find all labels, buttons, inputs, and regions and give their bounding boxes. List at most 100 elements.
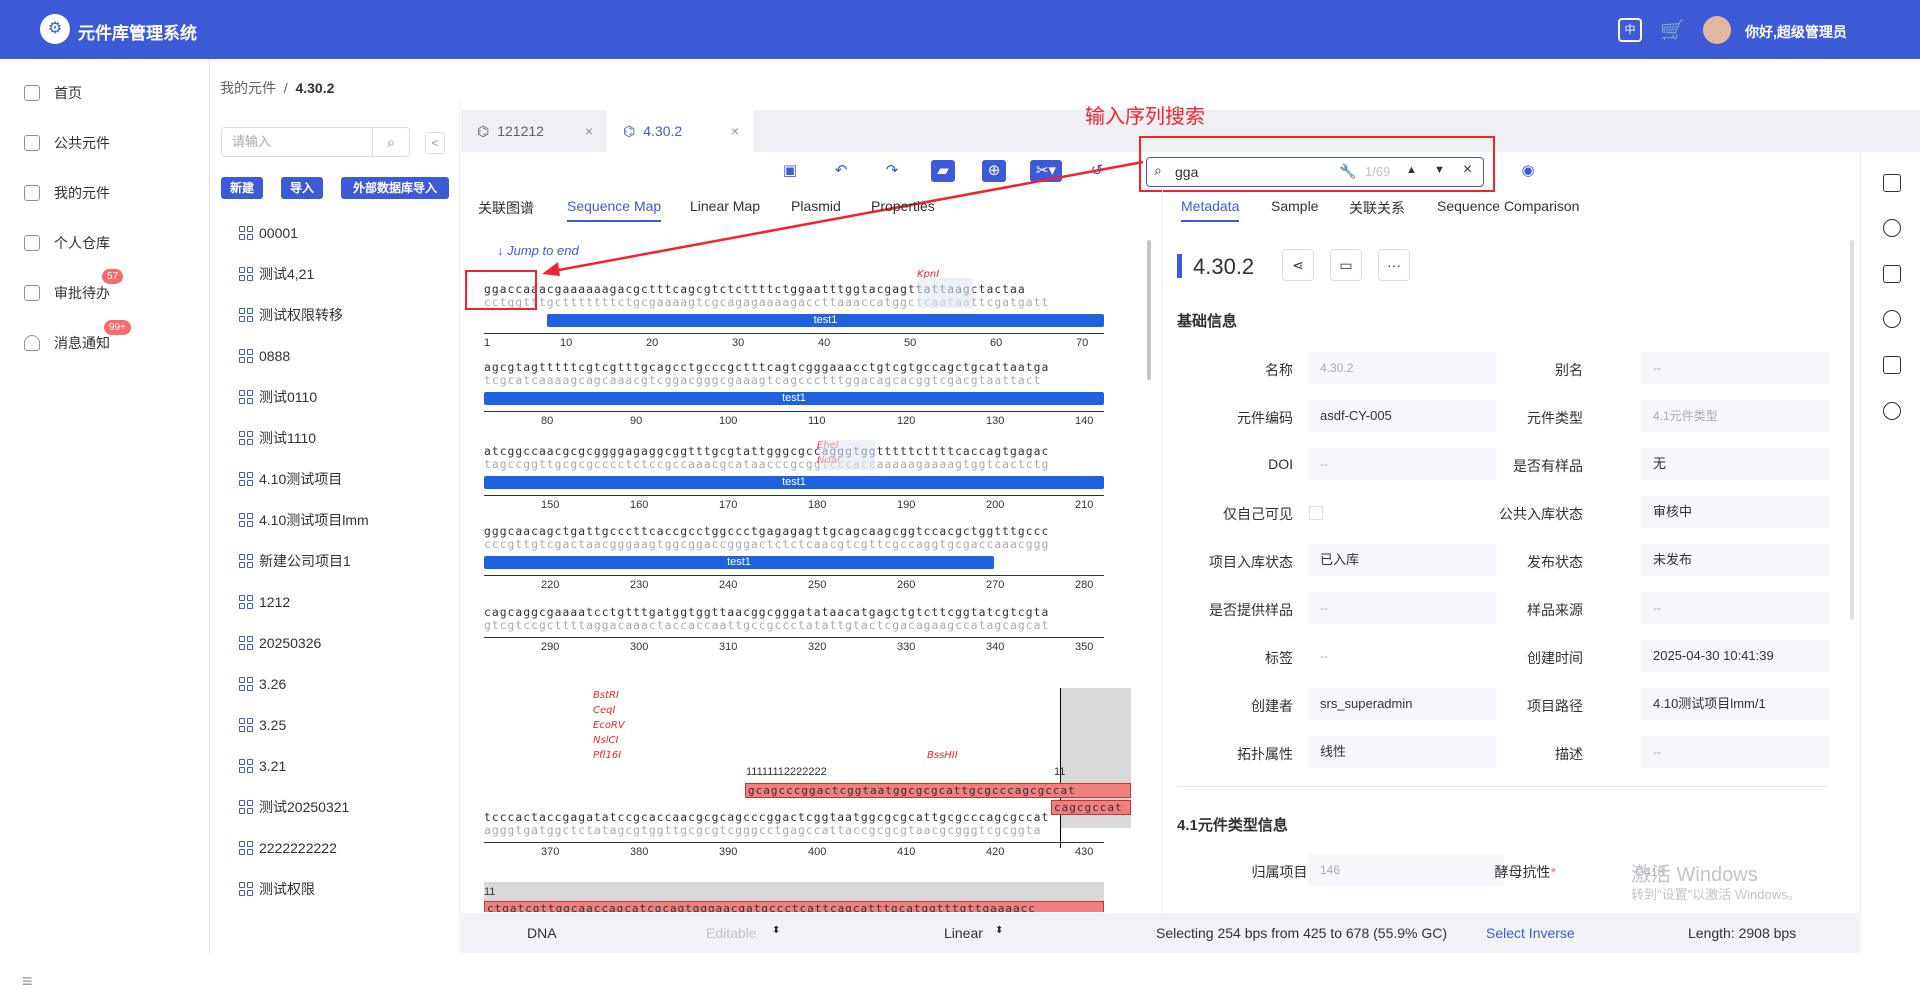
external-import-button[interactable]: 外部数据库导入 (341, 177, 449, 199)
field-value[interactable]: 未发布 (1641, 544, 1829, 576)
field-value[interactable]: 审核中 (1641, 496, 1829, 528)
tree-item[interactable]: 3.21 (239, 756, 286, 776)
metadata-scrollbar[interactable] (1850, 240, 1854, 620)
layers-icon[interactable] (1883, 174, 1901, 192)
tree-search-input[interactable]: 请输入 (221, 127, 373, 157)
sequence-top-strand[interactable]: ggaccaaacgaaaaaagacgctttcagcgtctcttttctg… (484, 283, 1104, 296)
field-value[interactable]: 2025-04-30 10:41:39 (1641, 640, 1829, 672)
nav-item-repo[interactable]: 个人仓库 (24, 231, 110, 255)
topology-select[interactable]: Linear (944, 925, 983, 941)
tree-item[interactable]: 测试权限转移 (239, 305, 343, 325)
select-inverse-link[interactable]: Select Inverse (1486, 925, 1575, 941)
chevron-left-icon[interactable]: < (425, 132, 445, 154)
tree-item[interactable]: 4.10测试项目 (239, 469, 342, 489)
primer-annotation[interactable]: ctgatcgttggcaaccagcatcgcagtgggaacgatgccc… (484, 901, 1104, 912)
tree-item[interactable]: 0888 (239, 346, 290, 366)
tab-linear-map[interactable]: Linear Map (690, 198, 760, 214)
gear-icon[interactable] (1883, 402, 1901, 420)
field-value[interactable]: 4.10测试项目lmm/1 (1641, 688, 1829, 720)
editable-toggle[interactable]: Editable (706, 925, 757, 941)
breadcrumb-root[interactable]: 我的元件 (220, 80, 276, 96)
nav-item-public[interactable]: 公共元件 (24, 131, 110, 155)
enzyme-label[interactable]: BstRI (593, 690, 619, 701)
feature-annotation[interactable]: test1 (484, 392, 1104, 405)
tree-item[interactable]: 2222222222 (239, 838, 337, 858)
nav-item-approval[interactable]: 审批待办 (24, 281, 110, 305)
sequence-bottom-strand[interactable]: cctggtttgctttttttctgcgaaaagtcgcagagaaaag… (484, 296, 1104, 309)
enzyme-label[interactable]: CeqI (593, 705, 615, 716)
tree-item[interactable]: 测试4,21 (239, 264, 314, 284)
eye-icon[interactable]: ◉ (1516, 160, 1540, 182)
field-value[interactable]: -- (1641, 352, 1829, 384)
tree-item[interactable]: 1212 (239, 592, 290, 612)
folder-icon[interactable]: ▭ (1330, 249, 1362, 281)
sequence-bottom-strand[interactable]: agggtgatggctctatagcgtggttgcgcgtcgggcctga… (484, 824, 1104, 837)
tree-item[interactable]: 测试20250321 (239, 797, 349, 817)
field-value[interactable]: -- (1641, 592, 1829, 624)
field-value[interactable]: -- (1641, 736, 1829, 768)
tab-properties[interactable]: Properties (871, 198, 935, 214)
user-greeting[interactable]: 你好,超级管理员 (1745, 22, 1847, 42)
tree-item[interactable]: 测试1110 (239, 428, 316, 448)
cart-icon[interactable]: 🛒 (1660, 18, 1685, 43)
sequence-top-strand[interactable]: cagcaggcgaaaatcctgtttgatggtggttaacggcggg… (484, 606, 1104, 619)
tree-item[interactable]: 4.10测试项目lmm (239, 510, 369, 530)
field-value[interactable]: 4.1元件类型 (1641, 400, 1829, 432)
jump-to-end-link[interactable]: ↓ Jump to end (497, 243, 579, 258)
primer-name[interactable]: 11111112222222 (746, 766, 827, 778)
feature-annotation[interactable]: test1 (484, 556, 994, 569)
menu-collapse-icon[interactable]: ≡ (22, 971, 33, 992)
language-icon[interactable]: 中 (1618, 18, 1642, 42)
sequence-type[interactable]: DNA (527, 925, 557, 941)
enzyme-label[interactable]: BssHII (927, 750, 958, 761)
field-value[interactable]: 无 (1641, 448, 1829, 480)
tree-item[interactable]: 测试0110 (239, 387, 317, 407)
close-icon[interactable]: × (585, 123, 593, 139)
more-icon[interactable]: ··· (1378, 249, 1410, 281)
copy-icon[interactable] (1883, 265, 1901, 283)
sequence-bottom-strand[interactable]: cccgttgtcgactaacgggaagtggcggaccgggactctc… (484, 538, 1104, 551)
search-icon[interactable]: ⌕ (372, 127, 410, 157)
close-icon[interactable]: × (731, 123, 739, 139)
sequence-top-strand[interactable]: atcggccaacgcgcggggagaggcggtttgcgtattgggc… (484, 445, 1104, 458)
avatar[interactable] (1702, 16, 1731, 44)
enzyme-label[interactable]: Pfl16I (593, 750, 621, 761)
feature-annotation[interactable]: test1 (547, 314, 1104, 327)
tab-plasmid[interactable]: Plasmid (791, 198, 841, 214)
tab-sample[interactable]: Sample (1271, 198, 1318, 214)
tree-item[interactable]: 3.26 (239, 674, 286, 694)
feature-annotation[interactable]: test1 (484, 476, 1104, 489)
new-button[interactable]: 新建 (221, 177, 263, 199)
nav-item-messages[interactable]: 消息通知 (24, 331, 110, 355)
enzyme-label[interactable]: NslCI (593, 735, 618, 746)
tree-item[interactable]: 00001 (239, 223, 298, 243)
sequence-bottom-strand[interactable]: tagccggttgcgcgcccctctccgccaaacgcataacccg… (484, 458, 1104, 471)
comment-icon[interactable] (1883, 356, 1901, 374)
nav-item-mine[interactable]: 我的元件 (24, 181, 110, 205)
nav-item-home[interactable]: 首页 (24, 81, 82, 105)
sequence-map[interactable]: ↓ Jump to end ggaccaaacgaaaaaagacgctttca… (471, 226, 1151, 912)
tab-sequence-map[interactable]: Sequence Map (567, 198, 662, 222)
tab-metadata[interactable]: Metadata (1181, 198, 1240, 222)
tab-sequence-comparison[interactable]: Sequence Comparison (1437, 198, 1579, 214)
globe-icon[interactable] (1883, 219, 1901, 237)
sequence-top-strand[interactable]: agcgtagtttttcgtcgtttgcagcctgcccgctttcagt… (484, 361, 1104, 374)
share-icon[interactable]: ⋖ (1282, 249, 1314, 281)
clock-icon[interactable] (1883, 310, 1901, 328)
sequence-bottom-strand[interactable]: gtcgtccgcttttaggacaaactaccaccaattgccgccc… (484, 619, 1104, 632)
primer-annotation[interactable]: gcagcccggactcggtaatggcgcgcattgcgcccagcgc… (745, 783, 1131, 798)
tab-relations[interactable]: 关联关系 (1349, 198, 1405, 218)
tree-item[interactable]: 测试权限 (239, 879, 315, 899)
enzyme-label[interactable]: EcoRV (593, 720, 625, 731)
import-button[interactable]: 导入 (281, 177, 323, 199)
tree-item[interactable]: 20250326 (239, 633, 321, 653)
primer-annotation[interactable]: cagcgccat (1051, 800, 1131, 815)
sequence-top-strand[interactable]: tcccactaccgagatatccgcaccaacgcgcagcccggac… (484, 811, 1104, 824)
tree-item[interactable]: 新建公司项目1 (239, 551, 351, 571)
tab-4-30-2[interactable]: ⌬ 4.30.2 × (607, 110, 753, 152)
tab-related-graph[interactable]: 关联图谱 (478, 198, 534, 218)
sequence-scrollbar[interactable] (1147, 240, 1151, 380)
sequence-bottom-strand[interactable]: tcgcatcaaaagcagcaaacgtcggacgggcgaaagtcag… (484, 374, 1104, 387)
tree-item[interactable]: 3.25 (239, 715, 286, 735)
sequence-top-strand[interactable]: gggcaacagctgattgcccttcaccgcctggccctgagag… (484, 525, 1104, 538)
